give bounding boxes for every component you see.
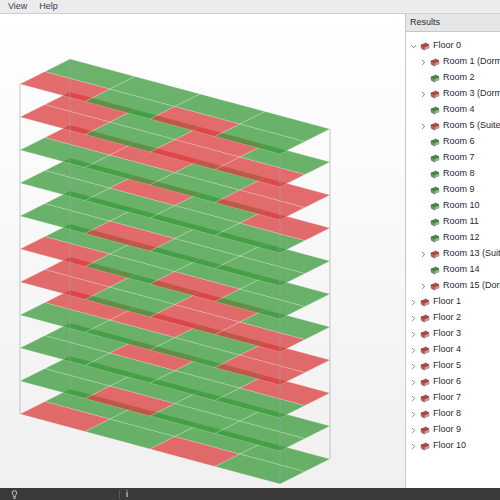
room-icon (430, 106, 440, 115)
room-slab[interactable] (240, 112, 330, 142)
floor-row[interactable]: Floor 5 (406, 358, 500, 374)
room-icon (430, 74, 440, 83)
results-header: Results (406, 14, 500, 32)
menu-bar: View Help (0, 0, 500, 14)
floor-row[interactable]: Floor 0 (406, 38, 500, 54)
info-indicator[interactable]: i (120, 490, 128, 499)
floor-icon (420, 394, 430, 403)
grid-line (330, 129, 331, 459)
grid-line (280, 154, 281, 484)
expand-arrow-icon[interactable] (409, 314, 418, 323)
room-icon (430, 266, 440, 275)
room-row[interactable]: Room 9 (406, 182, 500, 198)
room-icon (430, 186, 440, 195)
status-bar: i (0, 488, 500, 500)
room-row[interactable]: Room 1 (Dormit (406, 54, 500, 70)
expand-arrow-icon[interactable] (409, 346, 418, 355)
room-icon (430, 234, 440, 243)
expand-arrow-icon[interactable] (419, 58, 428, 67)
room-row[interactable]: Room 6 (406, 134, 500, 150)
room-icon (430, 250, 440, 259)
room-row[interactable]: Room 7 (406, 150, 500, 166)
expand-arrow-icon[interactable] (419, 282, 428, 291)
room-icon (430, 170, 440, 179)
floor-slab[interactable] (20, 323, 330, 418)
room-row[interactable]: Room 12 (406, 230, 500, 246)
app-window: ViewHelpResultsFloor 0Room 1 (DormitRoom… (0, 0, 500, 500)
floor-slab[interactable] (20, 92, 330, 187)
room-icon (430, 90, 440, 99)
floor-row[interactable]: Floor 1 (406, 294, 500, 310)
floor-icon (420, 362, 430, 371)
floor-row[interactable]: Floor 6 (406, 374, 500, 390)
room-icon (430, 218, 440, 227)
results-panel: ResultsFloor 0Room 1 (DormitRoom 2Room 3… (405, 14, 500, 488)
room-icon (430, 154, 440, 163)
floor-slab[interactable] (20, 191, 330, 286)
room-icon (430, 122, 440, 131)
viewport[interactable] (0, 14, 405, 488)
grid-line (70, 59, 71, 389)
floor-slab[interactable] (20, 59, 330, 154)
expand-arrow-icon[interactable] (409, 442, 418, 451)
room-row[interactable]: Room 3 (Dormit (406, 86, 500, 102)
grid-line (20, 84, 21, 414)
room-row[interactable]: Room 5 (Suite) (406, 118, 500, 134)
floor-icon (420, 426, 430, 435)
expand-arrow-icon[interactable] (409, 426, 418, 435)
floor-row[interactable]: Floor 2 (406, 310, 500, 326)
floor-row[interactable]: Floor 10 (406, 438, 500, 454)
results-tree: Floor 0Room 1 (DormitRoom 2Room 3 (Dormi… (406, 32, 500, 454)
floor-row[interactable]: Floor 8 (406, 406, 500, 422)
floor-icon (420, 346, 430, 355)
floor-icon (420, 314, 430, 323)
floor-icon (420, 378, 430, 387)
lightbulb-icon[interactable] (10, 490, 19, 499)
floor-icon (420, 442, 430, 451)
room-row[interactable]: Room 2 (406, 70, 500, 86)
floor-row[interactable]: Floor 4 (406, 342, 500, 358)
room-row[interactable]: Room 10 (406, 198, 500, 214)
main-area: ResultsFloor 0Room 1 (DormitRoom 2Room 3… (0, 14, 500, 488)
floor-icon (420, 298, 430, 307)
floor-slab[interactable] (20, 257, 330, 352)
room-row[interactable]: Room 13 (Suite) (406, 246, 500, 262)
room-icon (430, 202, 440, 211)
expand-arrow-icon[interactable] (419, 250, 428, 259)
expand-arrow-icon[interactable] (409, 410, 418, 419)
floor-icon (420, 42, 430, 51)
room-row[interactable]: Room 11 (406, 214, 500, 230)
expand-arrow-icon[interactable] (409, 378, 418, 387)
expand-arrow-icon[interactable] (409, 42, 418, 51)
menu-item[interactable]: Help (39, 0, 58, 13)
floor-slab[interactable] (20, 389, 330, 484)
building-3d-view[interactable] (0, 14, 405, 488)
floor-slab[interactable] (20, 158, 330, 253)
expand-arrow-icon[interactable] (409, 362, 418, 371)
room-row[interactable]: Room 15 (Dorm (406, 278, 500, 294)
floor-row[interactable]: Floor 3 (406, 326, 500, 342)
room-row[interactable]: Room 14 (406, 262, 500, 278)
room-icon (430, 58, 440, 67)
floor-slab[interactable] (20, 125, 330, 220)
floor-slab[interactable] (20, 356, 330, 451)
floor-icon (420, 410, 430, 419)
room-icon (430, 138, 440, 147)
floor-icon (420, 330, 430, 339)
expand-arrow-icon[interactable] (409, 394, 418, 403)
floor-row[interactable]: Floor 9 (406, 422, 500, 438)
menu-item[interactable]: View (8, 0, 27, 13)
room-icon (430, 282, 440, 291)
floor-slab[interactable] (20, 290, 330, 385)
floor-row[interactable]: Floor 7 (406, 390, 500, 406)
expand-arrow-icon[interactable] (419, 122, 428, 131)
expand-arrow-icon[interactable] (409, 330, 418, 339)
room-row[interactable]: Room 4 (406, 102, 500, 118)
room-row[interactable]: Room 8 (406, 166, 500, 182)
expand-arrow-icon[interactable] (419, 90, 428, 99)
floor-slab[interactable] (20, 224, 330, 319)
expand-arrow-icon[interactable] (409, 298, 418, 307)
